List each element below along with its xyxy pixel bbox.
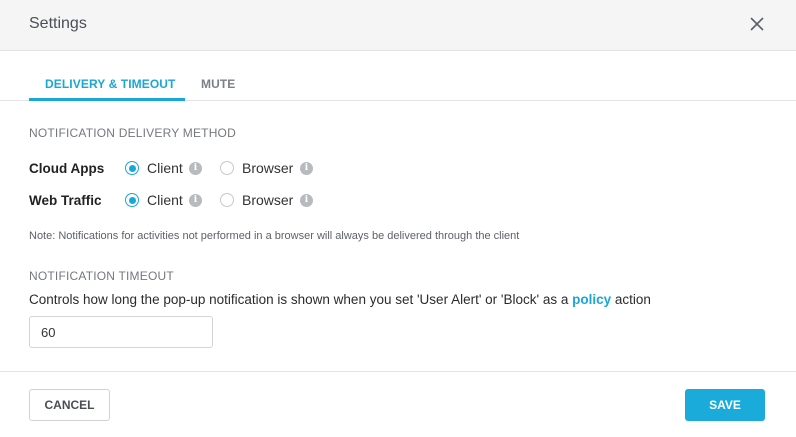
cloud-apps-browser-label[interactable]: Browser xyxy=(242,160,293,176)
cloud-apps-client-radio[interactable] xyxy=(125,161,139,175)
web-traffic-client-label[interactable]: Client xyxy=(147,192,183,208)
footer-divider xyxy=(0,371,796,372)
web-traffic-label: Web Traffic xyxy=(29,193,102,208)
dialog-header: Settings xyxy=(0,0,796,51)
cloud-apps-label: Cloud Apps xyxy=(29,161,105,176)
delivery-section-label: NOTIFICATION DELIVERY METHOD xyxy=(29,126,236,140)
info-icon[interactable]: i xyxy=(300,194,313,207)
policy-link[interactable]: policy xyxy=(572,292,611,307)
cloud-apps-browser-radio[interactable] xyxy=(220,161,234,175)
web-traffic-client-radio[interactable] xyxy=(125,193,139,207)
tab-delivery-timeout[interactable]: DELIVERY & TIMEOUT xyxy=(45,77,175,91)
tab-mute[interactable]: MUTE xyxy=(201,77,235,91)
web-traffic-browser-label[interactable]: Browser xyxy=(242,192,293,208)
web-traffic-browser-radio[interactable] xyxy=(220,193,234,207)
save-button[interactable]: SAVE xyxy=(685,389,765,421)
cancel-button[interactable]: CANCEL xyxy=(29,389,110,421)
delivery-note: Note: Notifications for activities not p… xyxy=(29,230,520,242)
info-icon[interactable]: i xyxy=(189,162,202,175)
close-icon[interactable] xyxy=(747,14,767,34)
settings-dialog: Settings DELIVERY & TIMEOUT MUTE NOTIFIC… xyxy=(0,0,796,437)
dialog-title: Settings xyxy=(29,15,87,32)
active-tab-indicator xyxy=(29,98,185,101)
timeout-section-label: NOTIFICATION TIMEOUT xyxy=(29,269,174,283)
timeout-input[interactable] xyxy=(29,316,213,348)
info-icon[interactable]: i xyxy=(189,194,202,207)
timeout-description-suffix: action xyxy=(611,292,651,307)
tab-bar: DELIVERY & TIMEOUT MUTE xyxy=(0,51,796,101)
cloud-apps-client-label[interactable]: Client xyxy=(147,160,183,176)
timeout-description: Controls how long the pop-up notificatio… xyxy=(29,292,651,307)
info-icon[interactable]: i xyxy=(300,162,313,175)
timeout-description-text: Controls how long the pop-up notificatio… xyxy=(29,292,573,307)
